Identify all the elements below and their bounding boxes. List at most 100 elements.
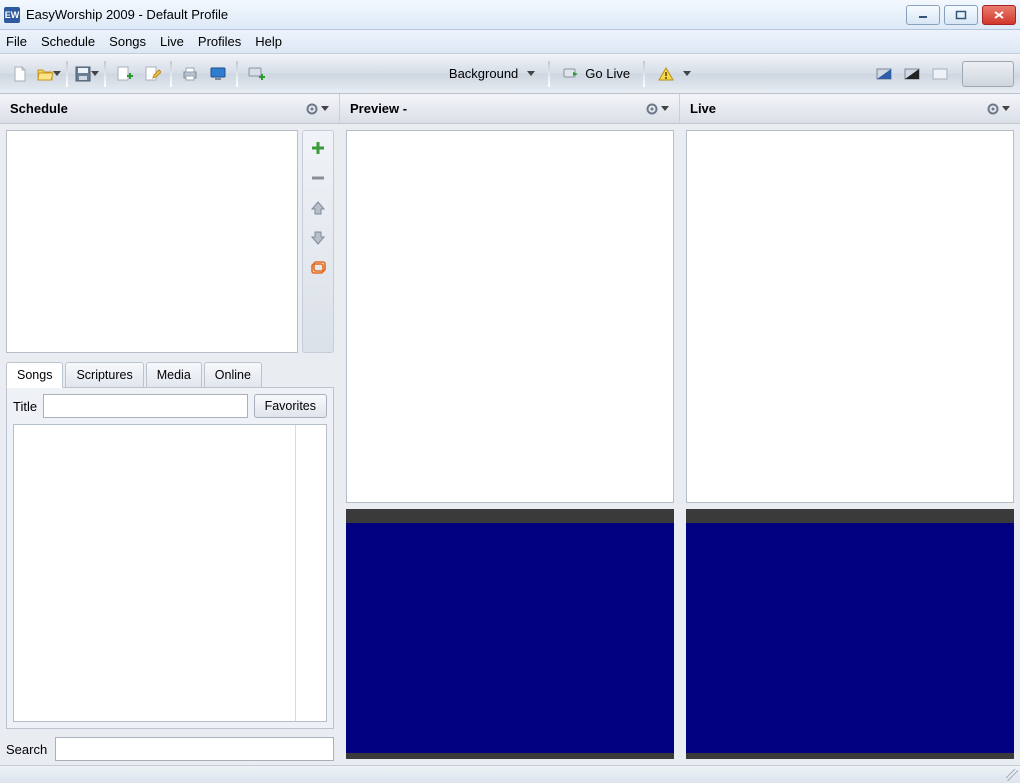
logo-toggle-button[interactable]: [870, 60, 898, 88]
menu-songs[interactable]: Songs: [109, 34, 146, 49]
schedule-options-button[interactable]: [305, 102, 329, 116]
menubar: File Schedule Songs Live Profiles Help: [0, 30, 1020, 54]
preview-output: [346, 509, 674, 759]
edit-item-button[interactable]: [138, 60, 166, 88]
schedule-title: Schedule: [10, 101, 68, 116]
preview-title: Preview -: [350, 101, 407, 116]
panel-headers: Schedule Preview - Live: [0, 94, 1020, 124]
preview-slide-list[interactable]: [346, 130, 674, 503]
tab-songs[interactable]: Songs: [6, 362, 63, 388]
chevron-down-icon: [91, 71, 99, 76]
title-input[interactable]: [43, 394, 248, 418]
preview-options-button[interactable]: [645, 102, 669, 116]
move-down-button[interactable]: [309, 229, 327, 247]
display-button[interactable]: [204, 60, 232, 88]
menu-live[interactable]: Live: [160, 34, 184, 49]
gear-icon: [645, 102, 659, 116]
title-filter-row: Title Favorites: [13, 394, 327, 418]
toolbar: Background Go Live: [0, 54, 1020, 94]
square-blue-icon: [875, 67, 893, 81]
preview-output-bottom-bar: [346, 753, 674, 759]
resize-grip[interactable]: [1006, 769, 1018, 781]
monitor-icon: [209, 65, 227, 83]
menu-help[interactable]: Help: [255, 34, 282, 49]
toolbar-separator: [66, 61, 68, 87]
search-row: Search: [0, 729, 340, 765]
favorites-button[interactable]: Favorites: [254, 394, 327, 418]
background-dropdown[interactable]: Background: [440, 60, 544, 88]
resource-tabs: Songs Scriptures Media Online: [0, 359, 340, 387]
arrow-up-icon: [309, 199, 327, 217]
live-options-button[interactable]: [986, 102, 1010, 116]
live-output-screen[interactable]: [686, 523, 1014, 753]
live-output-toggle[interactable]: [962, 61, 1014, 87]
black-toggle-button[interactable]: [898, 60, 926, 88]
songs-panel: Title Favorites: [6, 387, 334, 729]
preview-output-screen[interactable]: [346, 523, 674, 753]
chevron-down-icon: [683, 71, 691, 76]
titlebar: EW EasyWorship 2009 - Default Profile: [0, 0, 1020, 30]
new-schedule-button[interactable]: [6, 60, 34, 88]
page-plus-icon: [115, 65, 133, 83]
gear-icon: [305, 102, 319, 116]
floppy-icon: [74, 65, 92, 83]
remove-from-schedule-button[interactable]: [309, 169, 327, 187]
live-slide-list[interactable]: [686, 130, 1014, 503]
add-to-schedule-button[interactable]: [309, 139, 327, 157]
chevron-down-icon: [321, 106, 329, 111]
left-column: Songs Scriptures Media Online Title Favo…: [0, 124, 340, 765]
live-output-top-bar: [686, 509, 1014, 523]
window-controls: [906, 5, 1016, 25]
content-area: Songs Scriptures Media Online Title Favo…: [0, 124, 1020, 765]
chevron-down-icon: [661, 106, 669, 111]
search-input[interactable]: [55, 737, 334, 761]
save-button[interactable]: [72, 60, 100, 88]
title-label: Title: [13, 399, 37, 414]
go-live-label: Go Live: [585, 66, 630, 81]
schedule-extras-button[interactable]: [309, 259, 327, 277]
monitor-go-icon: [563, 67, 579, 81]
printer-icon: [181, 65, 199, 83]
maximize-button[interactable]: [944, 5, 978, 25]
add-item-button[interactable]: [110, 60, 138, 88]
tab-scriptures[interactable]: Scriptures: [65, 362, 143, 387]
preview-panel-header: Preview -: [340, 94, 680, 123]
songs-list[interactable]: [13, 424, 327, 722]
go-live-button[interactable]: Go Live: [554, 60, 639, 88]
toolbar-separator: [643, 61, 645, 87]
minimize-button[interactable]: [906, 5, 940, 25]
alert-dropdown[interactable]: [649, 60, 700, 88]
schedule-row: [0, 124, 340, 359]
chevron-down-icon: [1002, 106, 1010, 111]
stack-icon: [309, 259, 327, 277]
square-clear-icon: [931, 67, 949, 81]
schedule-list[interactable]: [6, 130, 298, 353]
tab-online[interactable]: Online: [204, 362, 262, 387]
tab-media[interactable]: Media: [146, 362, 202, 387]
statusbar: [0, 765, 1020, 783]
toolbar-separator: [104, 61, 106, 87]
menu-schedule[interactable]: Schedule: [41, 34, 95, 49]
open-button[interactable]: [34, 60, 62, 88]
monitor-plus-icon: [247, 65, 265, 83]
menu-profiles[interactable]: Profiles: [198, 34, 241, 49]
menu-file[interactable]: File: [6, 34, 27, 49]
live-title: Live: [690, 101, 716, 116]
plus-icon: [309, 139, 327, 157]
chevron-down-icon: [527, 71, 535, 76]
chevron-down-icon: [53, 71, 61, 76]
move-up-button[interactable]: [309, 199, 327, 217]
square-black-icon: [903, 67, 921, 81]
minus-icon: [309, 169, 327, 187]
folder-open-icon: [36, 65, 54, 83]
close-button[interactable]: [982, 5, 1016, 25]
app-icon: EW: [4, 7, 20, 23]
search-label: Search: [6, 742, 47, 757]
clear-toggle-button[interactable]: [926, 60, 954, 88]
foldback-button[interactable]: [242, 60, 270, 88]
preview-output-top-bar: [346, 509, 674, 523]
print-button[interactable]: [176, 60, 204, 88]
arrow-down-icon: [309, 229, 327, 247]
toolbar-separator: [170, 61, 172, 87]
background-label: Background: [449, 66, 518, 81]
